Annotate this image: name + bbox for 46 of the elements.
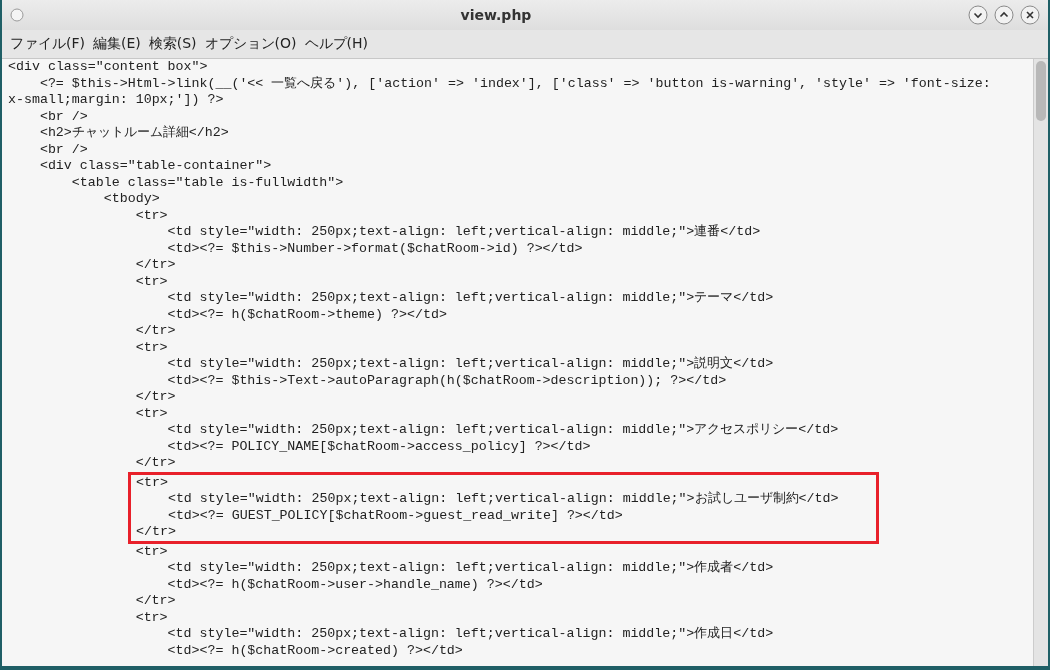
code-line: <tr> (134, 207, 169, 224)
code-line: <td><?= GUEST_POLICY[$chatRoom->guest_read_write] ?></td> (166, 507, 624, 524)
close-icon[interactable] (1020, 5, 1040, 25)
code-line: <table class="table is-fullwidth"> (70, 174, 345, 191)
code-line: </tr> (134, 455, 177, 472)
code-line: <tr> (134, 405, 169, 422)
code-line: <td style="width: 250px;text-align: left;vertical-align: middle;">説明文</td> (166, 356, 775, 373)
code-line: <tr> (134, 543, 169, 560)
code-line: <td style="width: 250px;text-align: left;vertical-align: middle;">テーマ</td> (166, 290, 775, 307)
code-line: <td style="width: 250px;text-align: left;vertical-align: middle;">作成日</td> (166, 626, 775, 643)
minimize-icon[interactable] (968, 5, 988, 25)
code-line: <td><?= h($chatRoom->theme) ?></td> (166, 306, 448, 323)
code-line: </tr> (134, 389, 177, 406)
code-line: <td><?= $this->Number->format($chatRoom->id) ?></td> (166, 240, 584, 257)
menu-item[interactable]: オプション(O) (204, 35, 297, 53)
code-line: <div class="content box"> (8, 59, 209, 76)
menu-item[interactable]: 検索(S) (148, 35, 197, 53)
code-line: <tbody> (102, 191, 161, 208)
code-line: <td><?= POLICY_NAME[$chatRoom->access_policy] ?></td> (166, 438, 592, 455)
code-line: <td style="width: 250px;text-align: left;vertical-align: middle;">連番</td> (166, 224, 762, 241)
code-line: </tr> (134, 593, 177, 610)
code-line: <td><?= h($chatRoom->user->handle_name) ?></td> (166, 576, 544, 593)
maximize-icon[interactable] (994, 5, 1014, 25)
menu-item[interactable]: 編集(E) (93, 35, 141, 53)
code-line: </tr> (134, 323, 177, 340)
code-line: <tr> (134, 609, 169, 626)
code-line: <div class="table-container"> (38, 158, 273, 175)
menu-item[interactable]: ヘルプ(H) (304, 35, 368, 53)
code-line: <tr> (134, 339, 169, 356)
code-line: <td style="width: 250px;text-align: left;vertical-align: middle;">お試しユーザ制約</td> (166, 491, 840, 508)
code-line: <td style="width: 250px;text-align: left;vertical-align: middle;">作成者</td> (166, 560, 775, 577)
code-line: <tr> (134, 273, 169, 290)
code-line: </tr> (134, 257, 177, 274)
code-line: <td><?= $this->Text->autoParagraph(h($chatRoom->description)); ?></td> (166, 372, 728, 389)
window-title: view.php (459, 7, 533, 23)
code-line: <tr> (136, 474, 169, 491)
scrollbar-thumb[interactable] (1036, 61, 1046, 121)
code-line: <?= $this->Html->link(__('<< 一覧へ戻る'), ['action' => 'index'], ['class' => 'button is-warning', 'style' => 'font-size: x-small;margin: 10px;']) ?> (8, 75, 992, 109)
code-line: <br /> (38, 108, 89, 125)
code-line: <td style="width: 250px;text-align: left;vertical-align: middle;">アクセスポリシー</td> (166, 422, 840, 439)
code-line: <br /> (38, 141, 89, 158)
scrollbar[interactable] (1033, 59, 1048, 666)
code-line: <td><?= h($chatRoom->created) ?></td> (166, 642, 464, 659)
code-line: <h2>チャットルーム詳細</h2> (38, 125, 230, 142)
menu-item[interactable]: ファイル(F) (10, 35, 85, 53)
code-line: </tr> (136, 524, 177, 541)
